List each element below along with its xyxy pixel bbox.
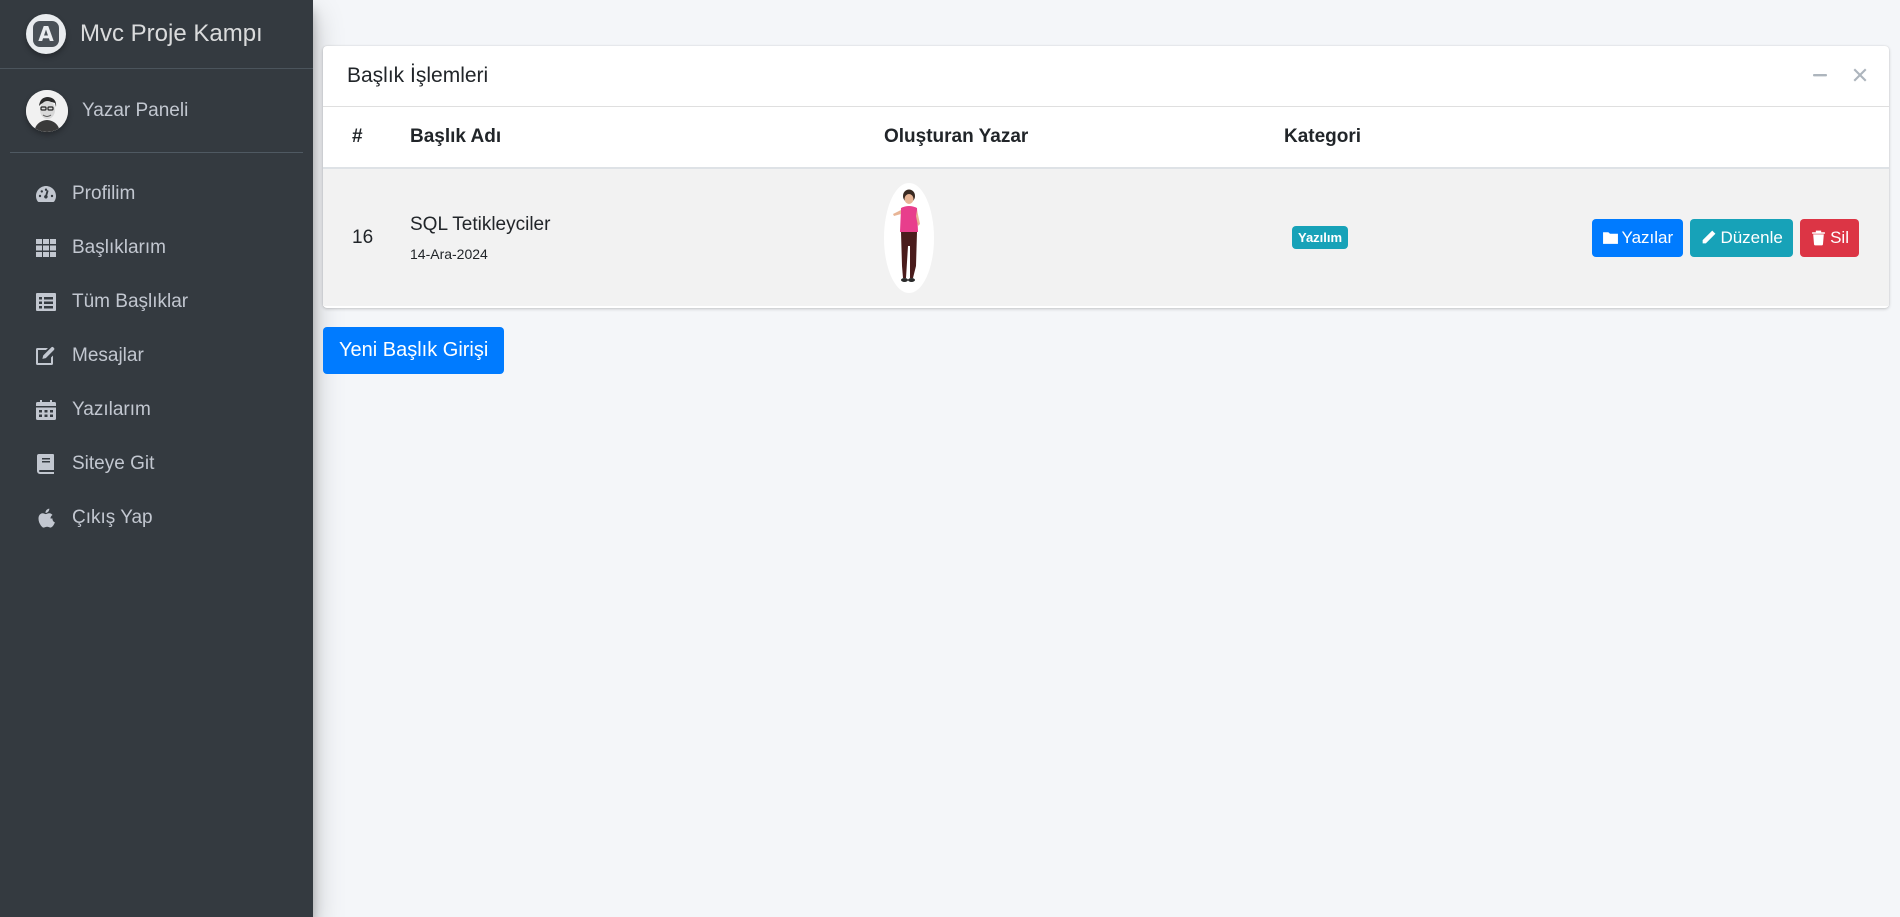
- column-header-number: #: [323, 107, 410, 169]
- row-category-cell: Yazılım: [1284, 168, 1484, 306]
- sidebar-item-siteye-git[interactable]: Siteye Git: [8, 439, 305, 489]
- apple-icon: [38, 508, 55, 528]
- new-title-button[interactable]: Yeni Başlık Girişi: [323, 327, 505, 374]
- table-header-row: # Başlık Adı Oluşturan Yazar Kategori: [323, 107, 1889, 169]
- brand-text: Mvc Proje Kampı: [80, 20, 263, 47]
- row-author-cell: [884, 168, 1284, 306]
- table-row: 16 SQL Tetikleyciler 14-Ara-2024 Yazılım…: [323, 168, 1889, 306]
- brand-link[interactable]: A Mvc Proje Kampı: [0, 0, 313, 69]
- close-icon: [1853, 68, 1867, 82]
- card-header: Başlık İşlemleri: [323, 46, 1889, 107]
- card-title: Başlık İşlemleri: [347, 64, 489, 87]
- sidebar-item-label: Profilim: [72, 183, 136, 204]
- posts-button-label: Yazılar: [1621, 227, 1674, 247]
- author-avatar: [884, 182, 934, 293]
- avatar: [26, 89, 68, 132]
- edit-button-label: Düzenle: [1720, 227, 1783, 247]
- delete-button[interactable]: Sil: [1800, 218, 1859, 257]
- sidebar-item-label: Yazılarım: [72, 399, 151, 420]
- row-actions: Yazılar Düzenle Sil: [1484, 168, 1889, 306]
- collapse-button[interactable]: [1811, 64, 1829, 86]
- user-panel[interactable]: Yazar Paneli: [10, 69, 303, 153]
- tachometer-icon: [36, 186, 56, 202]
- minus-icon: [1813, 74, 1827, 77]
- column-header-author: Oluşturan Yazar: [884, 107, 1284, 169]
- card-tools: [1811, 64, 1869, 86]
- sidebar-nav: Profilim Başlıklarım Tüm Başlıklar Mesaj…: [0, 169, 313, 543]
- row-title-cell: SQL Tetikleyciler 14-Ara-2024: [410, 168, 884, 306]
- titles-table: # Başlık Adı Oluşturan Yazar Kategori 16…: [323, 107, 1889, 306]
- sidebar-item-label: Siteye Git: [72, 453, 155, 474]
- folder-icon: [1602, 232, 1618, 244]
- sidebar-item-profilim[interactable]: Profilim: [8, 169, 305, 219]
- sidebar-item-mesajlar[interactable]: Mesajlar: [8, 331, 305, 381]
- edit-button[interactable]: Düzenle: [1690, 218, 1793, 257]
- category-badge: Yazılım: [1292, 226, 1349, 249]
- row-id: 16: [352, 226, 374, 248]
- sidebar-item-tum-basliklar[interactable]: Tüm Başlıklar: [8, 277, 305, 327]
- row-title: SQL Tetikleyciler: [410, 213, 551, 235]
- edit-icon: [36, 347, 55, 365]
- list-alt-icon: [36, 293, 56, 311]
- sidebar-item-label: Tüm Başlıklar: [72, 291, 189, 312]
- column-header-title: Başlık Adı: [410, 107, 884, 169]
- sidebar-item-label: Mesajlar: [72, 345, 144, 366]
- th-icon: [36, 239, 56, 257]
- calendar-icon: [36, 400, 56, 420]
- sidebar: A Mvc Proje Kampı Yazar Paneli Profilim …: [0, 0, 313, 917]
- sidebar-item-cikis-yap[interactable]: Çıkış Yap: [8, 493, 305, 543]
- pencil-icon: [1703, 230, 1716, 244]
- sidebar-item-label: Çıkış Yap: [72, 507, 153, 528]
- row-date: 14-Ara-2024: [410, 245, 488, 262]
- sidebar-item-basliklarim[interactable]: Başlıklarım: [8, 223, 305, 273]
- sidebar-item-label: Başlıklarım: [72, 237, 166, 258]
- delete-button-label: Sil: [1830, 227, 1849, 247]
- titles-card: Başlık İşlemleri # Başlık Adı Oluşturan …: [323, 46, 1889, 308]
- posts-button[interactable]: Yazılar: [1591, 218, 1684, 257]
- brand-logo: A: [26, 14, 66, 54]
- column-header-category: Kategori: [1284, 107, 1484, 169]
- column-header-actions: [1484, 107, 1889, 169]
- book-icon: [37, 454, 54, 474]
- trash-icon: [1812, 230, 1825, 246]
- sidebar-item-yazilarim[interactable]: Yazılarım: [8, 385, 305, 435]
- remove-button[interactable]: [1851, 64, 1869, 86]
- user-name: Yazar Paneli: [82, 99, 189, 121]
